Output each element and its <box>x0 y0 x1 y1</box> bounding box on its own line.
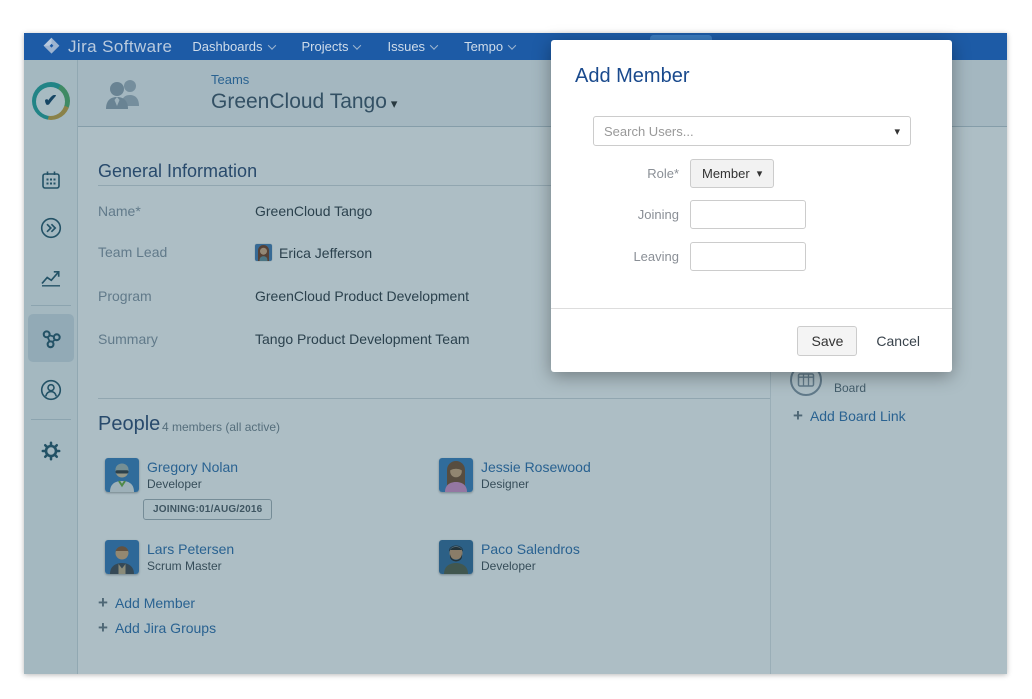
screen: Jira Software Dashboards Projects Issues… <box>0 0 1032 699</box>
role-row: Role* Member ▾ <box>593 159 774 188</box>
leaving-date-input[interactable] <box>690 242 806 271</box>
chevron-down-icon <box>353 41 361 49</box>
nav-menus: Dashboards Projects Issues Tempo <box>192 39 515 54</box>
search-users-placeholder: Search Users... <box>604 124 894 139</box>
nav-projects[interactable]: Projects <box>302 39 361 54</box>
nav-issues[interactable]: Issues <box>387 39 437 54</box>
app-window: Jira Software Dashboards Projects Issues… <box>24 33 1007 674</box>
leaving-row: Leaving <box>593 242 806 271</box>
save-button[interactable]: Save <box>797 326 857 356</box>
jira-logo[interactable]: Jira Software <box>42 37 172 57</box>
chevron-down-icon <box>508 41 516 49</box>
role-dropdown-button[interactable]: Member ▾ <box>690 159 774 188</box>
role-label: Role* <box>593 166 679 181</box>
jira-diamond-icon <box>42 37 61 56</box>
nav-tempo[interactable]: Tempo <box>464 39 515 54</box>
modal-title: Add Member <box>575 65 690 88</box>
nav-dashboards[interactable]: Dashboards <box>192 39 274 54</box>
search-users-select[interactable]: Search Users... ▾ <box>593 116 911 146</box>
chevron-down-icon <box>267 41 275 49</box>
logo-label: Jira Software <box>68 37 172 57</box>
modal-footer: Save Cancel <box>551 308 952 372</box>
cancel-button[interactable]: Cancel <box>876 333 920 349</box>
add-member-modal: Add Member Search Users... ▾ Role* Membe… <box>551 40 952 372</box>
dropdown-caret-icon: ▾ <box>757 167 763 180</box>
joining-label: Joining <box>593 207 679 222</box>
leaving-label: Leaving <box>593 249 679 264</box>
dropdown-caret-icon: ▾ <box>894 125 900 138</box>
joining-row: Joining <box>593 200 806 229</box>
chevron-down-icon <box>430 41 438 49</box>
joining-date-input[interactable] <box>690 200 806 229</box>
